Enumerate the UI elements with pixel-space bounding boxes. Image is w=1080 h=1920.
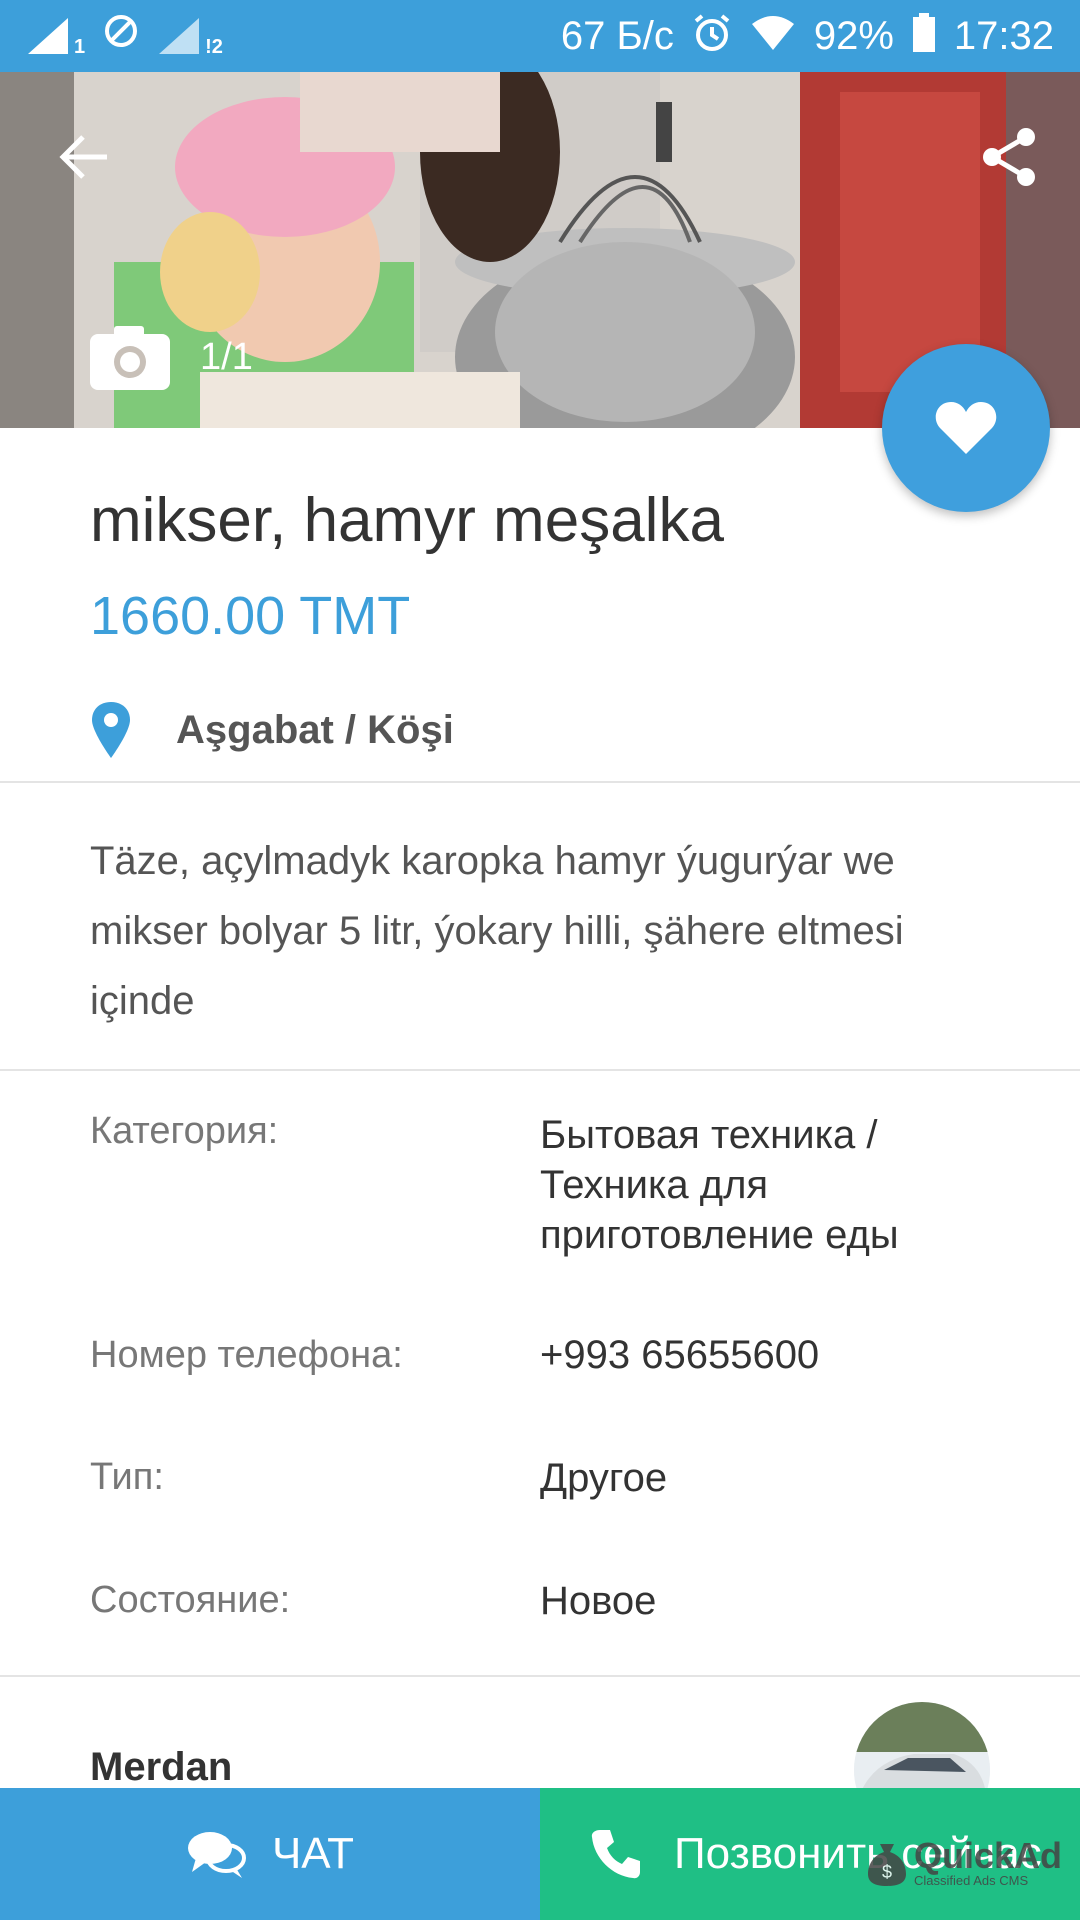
signal-2-icon <box>157 16 201 56</box>
watermark-subtitle: Classified Ads CMS <box>914 1873 1029 1888</box>
alarm-icon <box>692 13 732 60</box>
condition-label: Состояние: <box>90 1579 291 1621</box>
heart-icon <box>935 402 997 454</box>
quickad-watermark: $ QuickAd Classified Ads CMS <box>866 1838 1062 1887</box>
photo-counter: 1/1 <box>90 324 253 390</box>
arrow-left-icon <box>59 135 107 179</box>
back-button[interactable] <box>50 122 120 192</box>
battery-level: 92% <box>813 14 894 58</box>
clock: 17:32 <box>953 14 1054 58</box>
chat-button[interactable]: ЧАТ <box>0 1788 540 1920</box>
chat-label: ЧАТ <box>271 1829 355 1878</box>
status-bar: 1 !2 67 Б/с 92% 17:32 <box>0 0 1080 72</box>
chat-bubbles-icon <box>187 1832 246 1878</box>
phone-label: Номер телефона: <box>90 1334 403 1376</box>
listing-price: 1660.00 TMT <box>90 586 411 646</box>
location-pin-icon <box>92 702 130 758</box>
no-sim-icon <box>103 13 139 59</box>
divider <box>0 1675 1080 1677</box>
status-right: 67 Б/с 92% 17:32 <box>560 12 1054 60</box>
phone-value[interactable]: +993 65655600 <box>540 1330 1000 1380</box>
status-left: 1 !2 <box>26 13 223 59</box>
network-speed: 67 Б/с <box>560 14 674 58</box>
camera-icon <box>90 326 170 390</box>
share-button[interactable] <box>974 122 1044 192</box>
category-value: Бытовая техника / Техника для приготовле… <box>540 1113 899 1257</box>
svg-text:$: $ <box>882 1862 892 1882</box>
sim2-label: !2 <box>205 35 223 58</box>
signal-icon <box>26 16 70 56</box>
money-bag-icon: $ <box>868 1843 906 1886</box>
type-label: Тип: <box>90 1456 164 1498</box>
divider <box>0 781 1080 783</box>
photo-count: 1/1 <box>200 335 253 378</box>
listing-description: Täze, açylmadyk karopka hamyr ýugurýar w… <box>90 839 904 1023</box>
wifi-icon <box>750 14 796 59</box>
location-text: Aşgabat / Köşi <box>176 707 454 752</box>
type-value: Другое <box>540 1456 668 1500</box>
seller-name[interactable]: Merdan <box>90 1745 232 1790</box>
share-icon <box>983 128 1035 186</box>
listing-location: Aşgabat / Köşi <box>90 700 454 760</box>
favorite-button[interactable] <box>882 344 1050 512</box>
sim1-label: 1 <box>74 35 86 58</box>
watermark-name: QuickAd <box>914 1835 1063 1876</box>
phone-icon <box>591 1830 640 1879</box>
divider <box>0 1069 1080 1071</box>
listing-title: mikser, hamyr meşalka <box>90 486 724 555</box>
condition-value: Новое <box>540 1579 657 1623</box>
category-label: Категория: <box>90 1110 279 1152</box>
battery-icon <box>912 12 936 60</box>
watermark-text: QuickAd Classified Ads CMS <box>914 1835 1063 1888</box>
